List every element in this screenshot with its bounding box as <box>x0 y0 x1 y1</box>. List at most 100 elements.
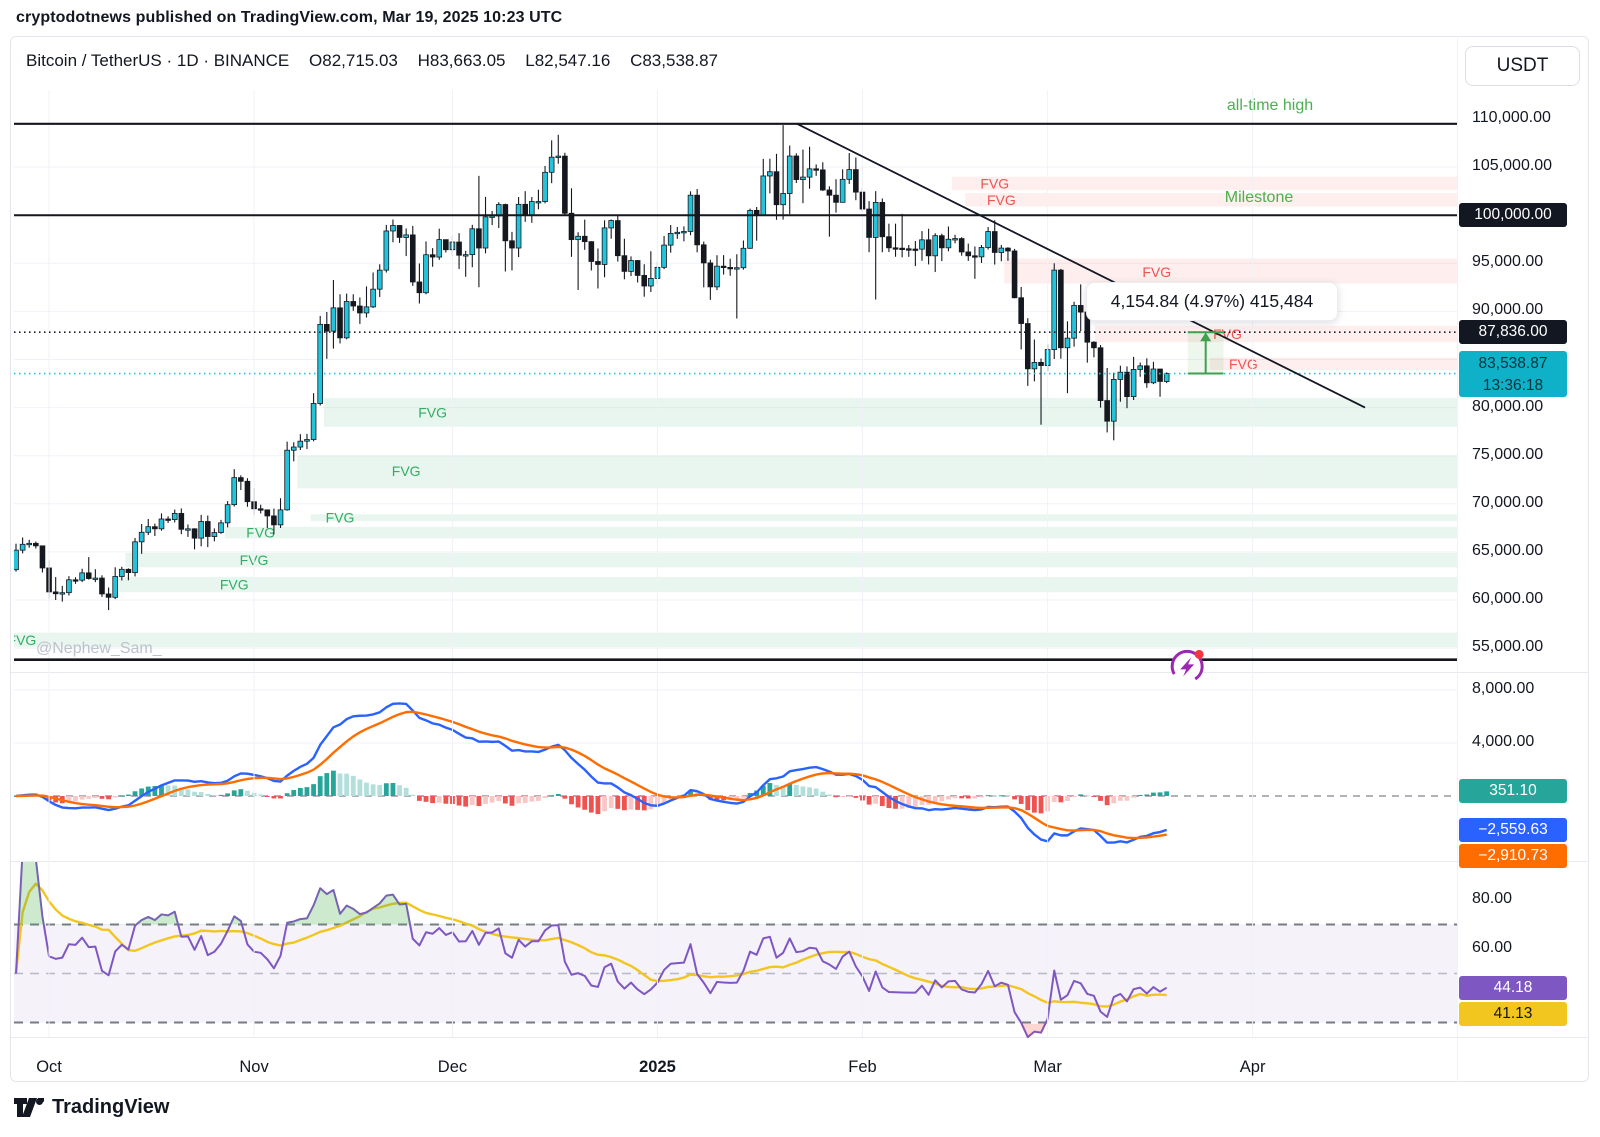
candle <box>199 522 204 539</box>
tradingview-logo-icon <box>14 1098 44 1117</box>
candle <box>926 240 931 256</box>
candle <box>893 248 898 249</box>
candle <box>966 252 971 256</box>
candle <box>609 221 614 228</box>
candle <box>986 232 991 248</box>
candle <box>100 578 105 594</box>
candle <box>470 229 475 255</box>
candle <box>906 249 911 250</box>
candle <box>562 156 567 213</box>
candle <box>536 202 541 203</box>
symbol-title-row[interactable]: Bitcoin / TetherUS · 1D · BINANCE O82,71… <box>26 51 733 71</box>
macd-value-badge: −2,559.63 <box>1459 818 1567 842</box>
price-tick: 105,000.00 <box>1472 157 1552 175</box>
candle <box>662 245 667 267</box>
candle <box>900 248 905 249</box>
price-tick: 75,000.00 <box>1472 446 1543 464</box>
candle <box>338 308 343 338</box>
tradingview-brand-text: TradingView <box>52 1096 169 1119</box>
milestone-label: Milestone <box>1225 189 1293 207</box>
candle <box>953 239 958 240</box>
candle <box>113 577 118 598</box>
candle <box>635 261 640 276</box>
price-tick: 65,000.00 <box>1472 542 1543 560</box>
tradingview-footer[interactable]: TradingView <box>14 1096 169 1119</box>
symbol-description[interactable]: Bitcoin / TetherUS · 1D · BINANCE <box>26 51 289 70</box>
candle <box>708 263 713 287</box>
chart-canvas[interactable]: FVGFVGFVGFVGFVGFVGFVGFVGFVGFVGFVGFVG <box>0 0 1600 1137</box>
candle <box>443 240 448 250</box>
candle <box>351 301 356 306</box>
candle <box>801 177 806 180</box>
price-level-badge: 87,836.00 <box>1459 320 1567 344</box>
candle <box>311 403 316 439</box>
macd-value-badge: −2,910.73 <box>1459 844 1567 868</box>
current-price-badge: 83,538.8713:36:18 <box>1459 351 1567 397</box>
time-axis-label: Nov <box>239 1058 268 1077</box>
candle <box>688 195 693 231</box>
candle <box>529 202 534 216</box>
candle <box>589 242 594 262</box>
currency-toggle-button[interactable]: USDT <box>1465 46 1580 86</box>
candle <box>397 225 402 237</box>
candle <box>761 176 766 215</box>
candle <box>364 307 369 313</box>
candle <box>1164 374 1169 382</box>
candle <box>483 217 488 248</box>
fvg-zone-label: FVG <box>1142 264 1171 280</box>
candle <box>767 172 772 176</box>
candle <box>1092 342 1097 348</box>
candle <box>106 594 111 597</box>
candle <box>477 229 482 248</box>
candle <box>867 209 872 237</box>
candle <box>576 236 581 239</box>
macd-tick: 4,000.00 <box>1472 733 1534 751</box>
candle <box>1098 348 1103 401</box>
candle <box>1012 251 1017 298</box>
candle <box>556 156 561 157</box>
candle <box>933 236 938 256</box>
candle <box>40 546 45 568</box>
candle <box>331 308 336 331</box>
price-tick: 80,000.00 <box>1472 398 1543 416</box>
candle <box>1019 298 1024 324</box>
candle <box>172 513 177 519</box>
candle <box>318 324 323 403</box>
candle <box>60 593 65 594</box>
macd-value-badge: 351.10 <box>1459 779 1567 803</box>
fvg-zone-label: FVG <box>246 525 275 541</box>
candle <box>721 266 726 267</box>
candle <box>629 261 634 272</box>
candle <box>119 569 124 576</box>
time-axis-label: Apr <box>1240 1058 1266 1077</box>
rsi-value-badge: 41.13 <box>1459 1002 1567 1026</box>
candle <box>794 156 799 180</box>
candle <box>701 245 706 263</box>
candle <box>324 324 329 331</box>
candle <box>1158 369 1163 381</box>
candle <box>179 513 184 529</box>
candle <box>219 523 224 533</box>
time-axis-label: Feb <box>848 1058 876 1077</box>
candle <box>245 481 250 501</box>
price-tick: 90,000.00 <box>1472 301 1543 319</box>
candle <box>596 261 601 264</box>
candle <box>1052 270 1057 349</box>
ohlc-low: L82,547.16 <box>525 51 610 70</box>
candle <box>642 275 647 286</box>
candle <box>1006 248 1011 251</box>
candle <box>265 510 270 516</box>
candle <box>357 306 362 313</box>
candle <box>615 221 620 256</box>
candle <box>972 256 977 257</box>
candle <box>1125 372 1130 396</box>
time-axis-label: 2025 <box>639 1058 676 1077</box>
time-axis-label: Dec <box>438 1058 467 1077</box>
candle <box>939 236 944 248</box>
candle <box>159 519 164 529</box>
candle <box>979 248 984 257</box>
candle <box>873 202 878 237</box>
candle <box>648 278 653 286</box>
all-time-high-label: all-time high <box>1227 97 1313 115</box>
candle <box>602 228 607 265</box>
